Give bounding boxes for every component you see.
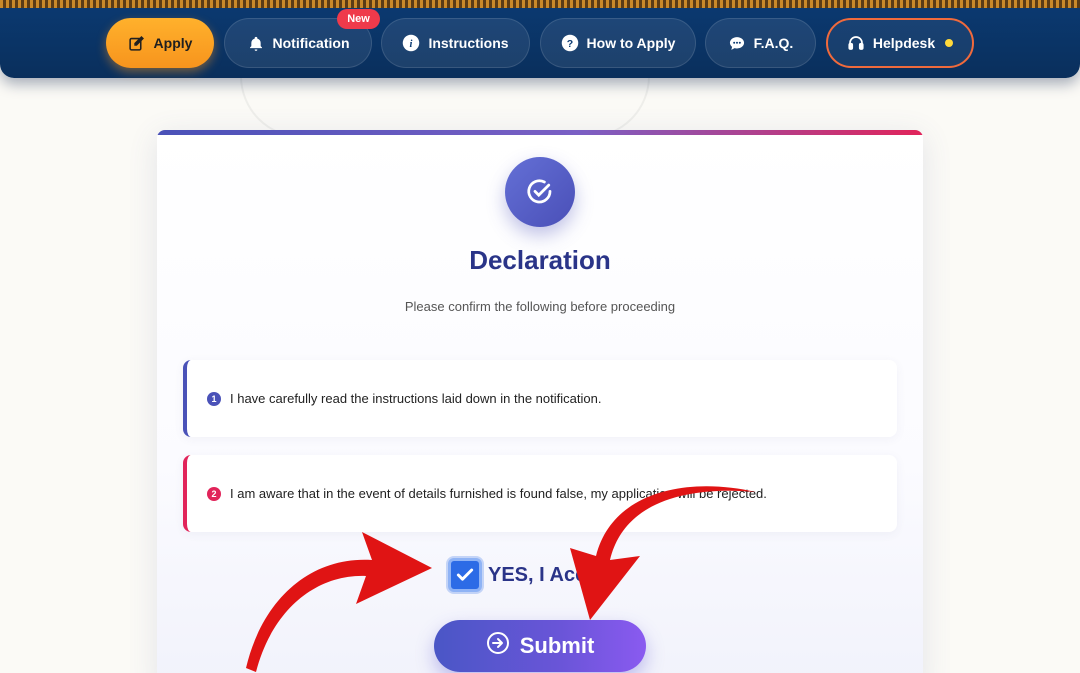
nav-notification-label: Notification: [272, 35, 350, 51]
item-number-badge: 1: [207, 391, 221, 406]
accept-checkbox-row[interactable]: YES, I Accept: [448, 558, 616, 592]
nav-how-to-apply-button[interactable]: ? How to Apply: [540, 18, 696, 68]
svg-text:i: i: [410, 39, 413, 50]
nav-how-to-apply-label: How to Apply: [586, 35, 676, 51]
check-circle-icon: [505, 157, 575, 227]
arrow-circle-right-icon: [486, 631, 510, 661]
declaration-subtitle: Please confirm the following before proc…: [404, 299, 676, 314]
edit-icon: [128, 34, 146, 52]
nav-faq-button[interactable]: F.A.Q.: [705, 18, 816, 68]
question-icon: ?: [561, 34, 579, 52]
top-navbar: Apply Notification i Instructions ? How …: [0, 0, 1080, 78]
declaration-item-text: I am aware that in the event of details …: [230, 486, 767, 501]
bell-icon: [247, 34, 265, 52]
item-number-badge: 2: [207, 486, 221, 501]
card-gradient-bar: [157, 130, 923, 135]
top-decorative-stripe: [0, 0, 1080, 8]
declaration-item: 2 I am aware that in the event of detail…: [183, 455, 897, 532]
nav-instructions-label: Instructions: [428, 35, 509, 51]
new-badge: New: [337, 9, 380, 29]
checkmark-icon: [456, 568, 474, 581]
nav-instructions-button[interactable]: i Instructions: [381, 18, 530, 68]
chat-icon: [728, 34, 746, 52]
declaration-item-text: I have carefully read the instructions l…: [230, 391, 602, 406]
submit-label: Submit: [519, 633, 595, 658]
accept-checkbox[interactable]: [448, 558, 482, 592]
emblem-watermark: [240, 76, 650, 138]
nav-helpdesk-button[interactable]: Helpdesk: [826, 18, 974, 68]
nav-helpdesk-label: Helpdesk: [872, 35, 936, 51]
nav-apply-label: Apply: [153, 35, 193, 51]
svg-text:?: ?: [566, 38, 572, 50]
nav-faq-label: F.A.Q.: [753, 35, 794, 51]
nav-apply-button[interactable]: Apply: [106, 18, 214, 68]
submit-button[interactable]: Submit: [434, 620, 646, 672]
headset-icon: [847, 34, 865, 52]
declaration-card: Declaration Please confirm the following…: [157, 130, 923, 673]
online-status-dot: [945, 39, 954, 47]
info-icon: i: [402, 34, 420, 52]
declaration-title: Declaration: [469, 245, 611, 275]
declaration-item: 1 I have carefully read the instructions…: [183, 360, 897, 437]
accept-label: YES, I Accept: [488, 563, 617, 586]
